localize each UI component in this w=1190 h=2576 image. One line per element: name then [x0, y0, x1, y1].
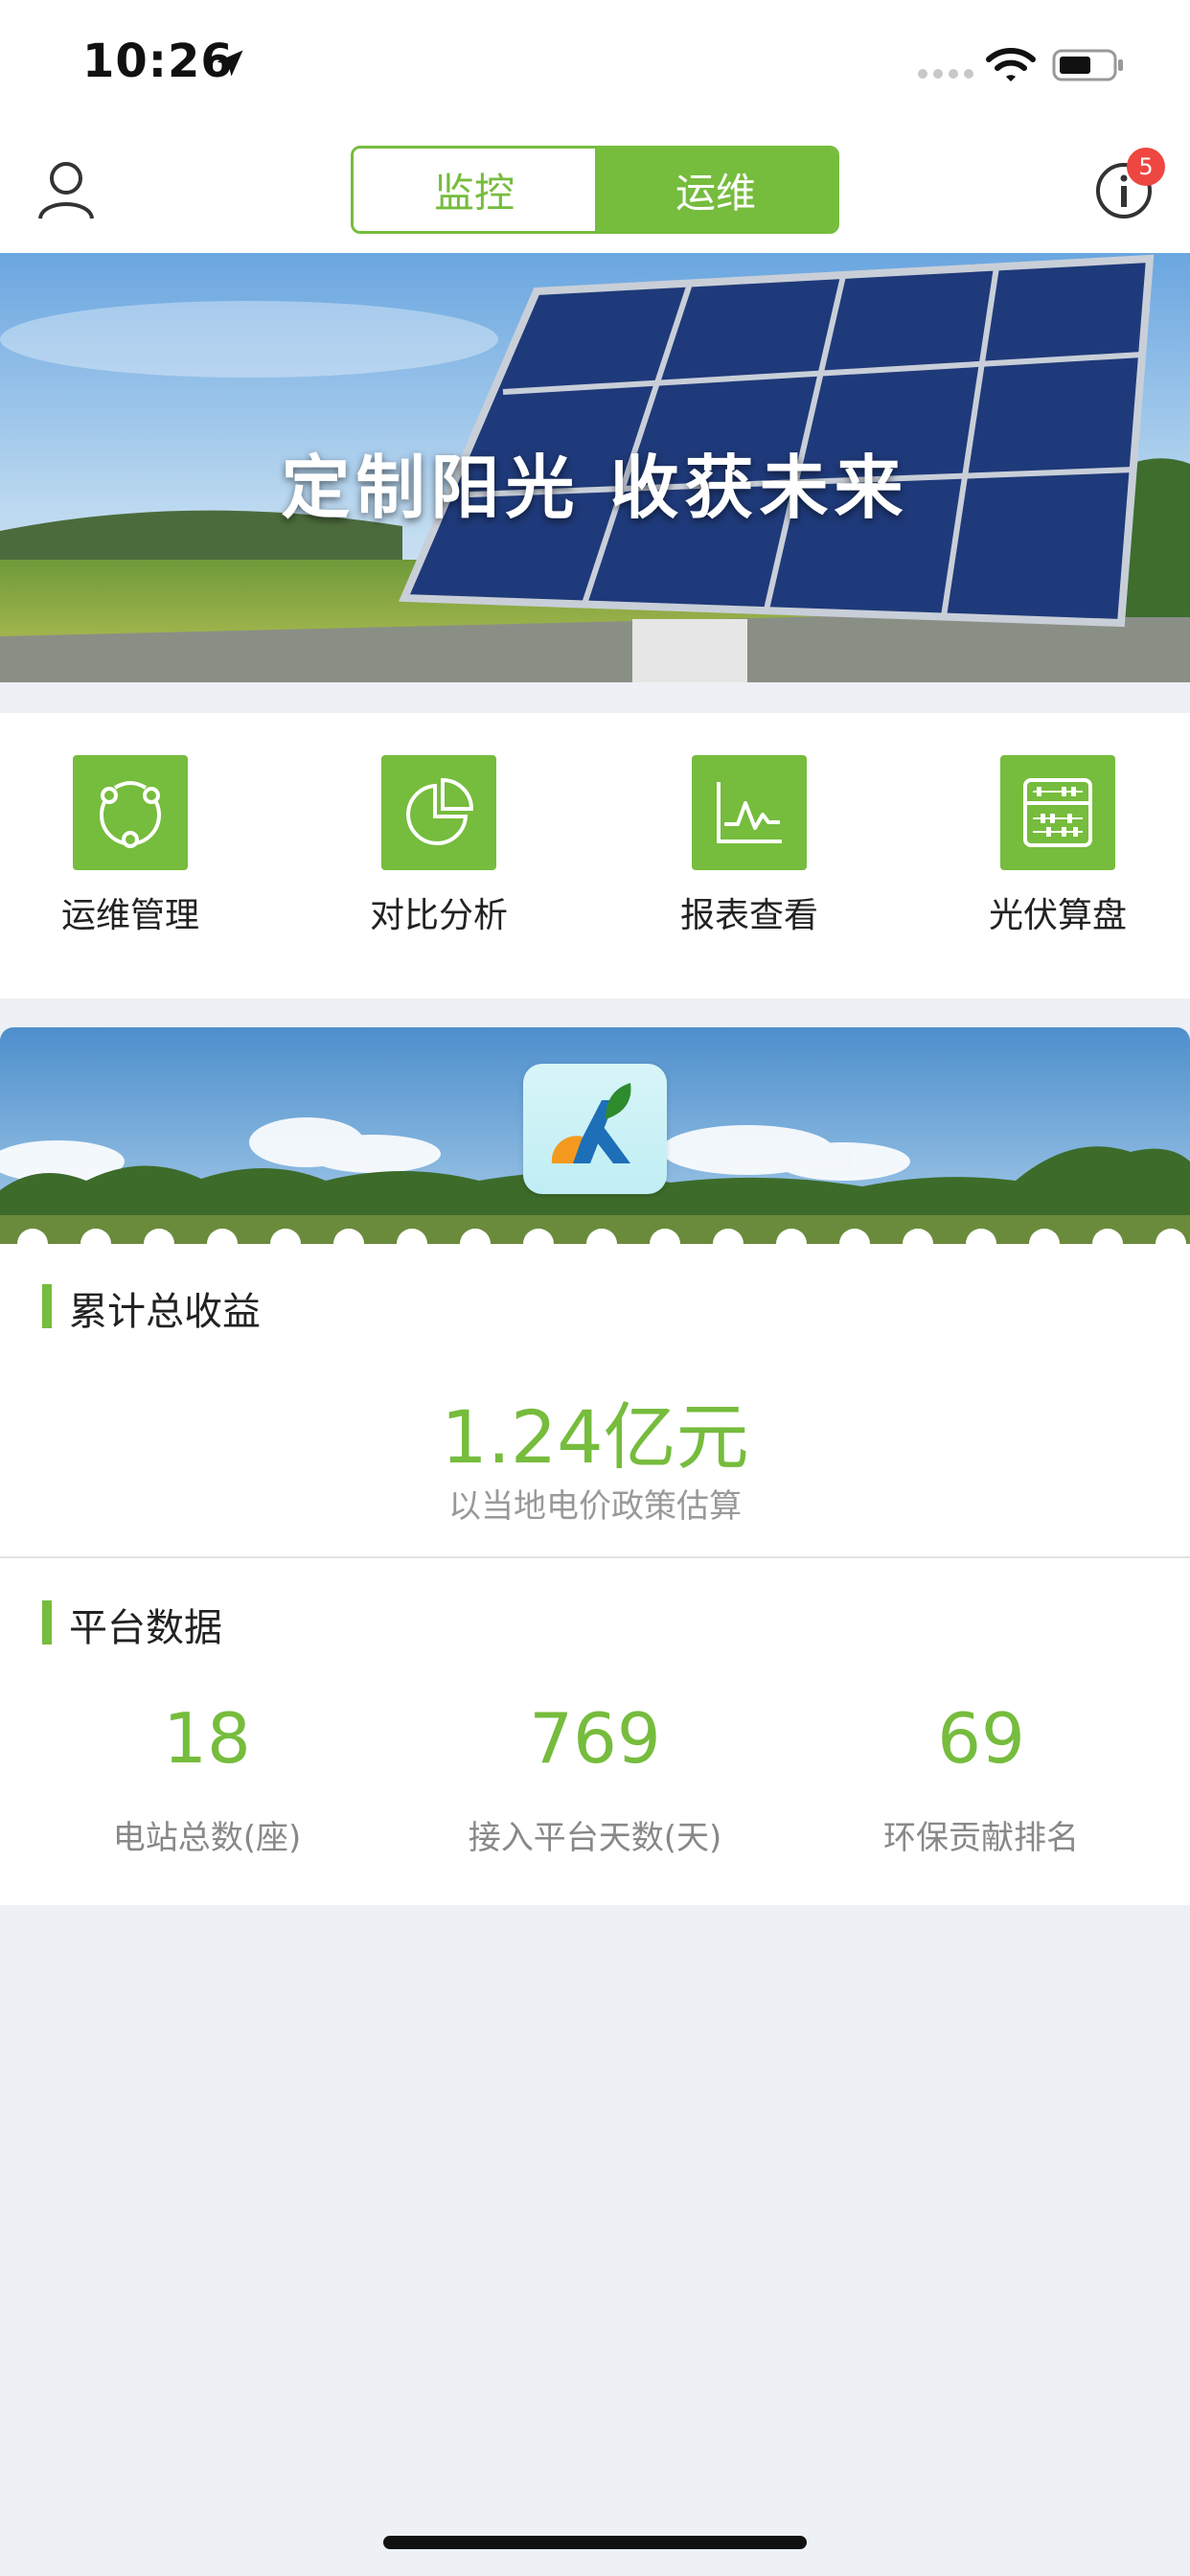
quick-menu: 运维管理 对比分析 报表查看 光伏算盘: [0, 713, 1190, 999]
hero-banner[interactable]: 定制阳光 收获未来: [0, 253, 1190, 682]
stat-label: 电站总数(座): [112, 1819, 302, 1857]
notification-badge: 5: [1127, 148, 1165, 186]
tab-monitor[interactable]: 监控: [354, 149, 595, 231]
stat-label: 环保贡献排名: [883, 1819, 1079, 1857]
menu-item-operations-management[interactable]: 运维管理: [15, 755, 245, 976]
mode-switch: 监控 运维: [351, 146, 839, 234]
wifi-icon: [986, 48, 1036, 81]
menu-label: 对比分析: [369, 896, 508, 935]
status-time: 10:26: [82, 34, 234, 88]
platform-section-title: 平台数据: [42, 1597, 222, 1652]
home-indicator[interactable]: [383, 2536, 807, 2549]
menu-label: 报表查看: [679, 896, 818, 935]
total-revenue-value: 1.24亿元: [441, 1394, 749, 1480]
divider: [0, 1556, 1190, 1558]
menu-label: 运维管理: [60, 896, 199, 935]
battery-icon: [1052, 49, 1123, 81]
user-icon[interactable]: [36, 159, 96, 220]
stat-label: 接入平台天数(天): [468, 1819, 722, 1857]
stat-value: 69: [937, 1698, 1025, 1779]
cycle-icon: [73, 755, 188, 870]
pie-chart-icon: [381, 755, 496, 870]
stat-value: 769: [529, 1698, 661, 1779]
revenue-section-title: 累计总收益: [42, 1280, 261, 1336]
app-logo-icon: [523, 1064, 667, 1194]
header-bar: 监控 运维 5: [0, 126, 1190, 253]
menu-label: 光伏算盘: [988, 896, 1127, 935]
banner-slogan: 定制阳光 收获未来: [281, 447, 909, 528]
signal-dots-icon: [918, 69, 973, 79]
menu-item-report-view[interactable]: 报表查看: [634, 755, 864, 976]
abacus-icon: [1000, 755, 1115, 870]
stat-value: 18: [163, 1698, 251, 1779]
menu-item-comparison-analysis[interactable]: 对比分析: [324, 755, 554, 976]
menu-item-pv-abacus[interactable]: 光伏算盘: [943, 755, 1173, 976]
stat-platform-days: 769 接入平台天数(天): [401, 1698, 789, 1858]
stat-eco-ranking: 69 环保贡献排名: [788, 1698, 1175, 1858]
location-arrow-icon: [217, 50, 243, 77]
tab-operations[interactable]: 运维: [595, 149, 836, 231]
revenue-note: 以当地电价政策估算: [448, 1487, 742, 1526]
status-bar: 10:26: [0, 0, 1190, 126]
scalloped-edge: [0, 1229, 1190, 1261]
stat-station-count: 18 电站总数(座): [13, 1698, 400, 1858]
line-chart-icon: [692, 755, 807, 870]
